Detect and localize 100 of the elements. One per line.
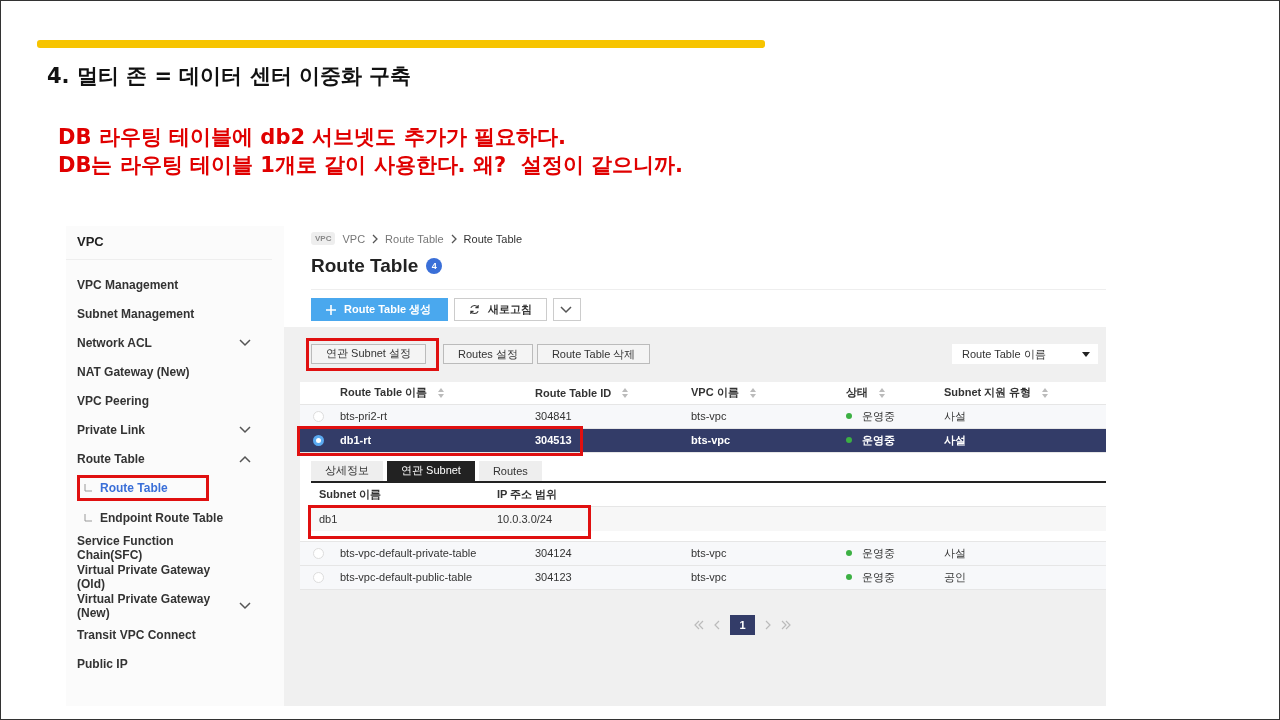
plus-icon <box>326 304 336 315</box>
table-cell-text: 304123 <box>535 571 573 583</box>
service-badge: VPC <box>311 232 336 245</box>
column-header[interactable]: Subnet 지원 유형 <box>944 385 1032 400</box>
column-header[interactable]: VPC 이름 <box>691 385 739 400</box>
last-page-icon[interactable] <box>781 619 791 630</box>
sort-icon[interactable] <box>748 386 757 399</box>
table-cell-text: 10.0.3.0/24 <box>497 512 554 525</box>
table-cell-text: bts-vpc-default-public-table <box>340 571 474 583</box>
status-text: 운영중 <box>862 408 895 424</box>
breadcrumb-link[interactable]: VPC <box>342 232 366 245</box>
slide-title: 4. 멀티 존 = 데이터 센터 이중화 구축 <box>47 63 412 90</box>
sidebar-item[interactable]: Private Link <box>77 415 253 444</box>
sidebar-item-label: Transit VPC Connect <box>77 627 196 642</box>
table-cell-text: 사설 <box>944 432 967 448</box>
chevron-icon[interactable] <box>239 454 251 463</box>
chevron-icon[interactable] <box>560 305 572 314</box>
table-row[interactable]: db1-rt 304513 bts-vpc 운영중 사설 <box>300 428 1106 453</box>
column-header[interactable]: Route Table 이름 <box>340 385 428 400</box>
sidebar-item[interactable]: Virtual Private Gateway (Old) <box>77 562 253 591</box>
status-text: 운영중 <box>862 432 895 448</box>
table-cell-text: bts-vpc <box>691 547 728 559</box>
sidebar-item[interactable]: Service Function Chain(SFC) <box>77 533 253 562</box>
table-row[interactable]: bts-vpc-default-public-table 304123 bts-vpc 운영중 공인 <box>300 565 1106 590</box>
sidebar-item-label: Route Table <box>77 451 145 466</box>
sidebar-item-label: VPC Peering <box>77 393 150 408</box>
table-cell-text: bts-vpc <box>691 434 732 446</box>
chevron-icon[interactable] <box>239 425 251 434</box>
sort-icon[interactable] <box>437 386 446 399</box>
sort-icon[interactable] <box>878 386 886 399</box>
table-cell-text: 304841 <box>535 410 573 422</box>
table-cell-text: bts-vpc <box>691 410 728 422</box>
chevron-right-icon <box>450 233 457 244</box>
action-button[interactable]: Route Table 삭제 <box>536 344 651 365</box>
table-cell-text: bts-pri2-rt <box>340 410 389 422</box>
sidebar-item[interactable]: Transit VPC Connect <box>77 620 253 649</box>
table-cell-text: 공인 <box>944 569 967 585</box>
chevron-icon[interactable] <box>239 338 251 347</box>
sort-icon[interactable] <box>1041 386 1050 399</box>
sidebar-item[interactable]: Route Table <box>77 444 253 473</box>
column-header: IP 주소 범위 <box>497 487 559 502</box>
next-page-icon[interactable] <box>765 619 771 630</box>
tab[interactable]: 연관 Subnet <box>387 460 475 481</box>
table-cell-text: 304513 <box>535 434 573 446</box>
status-text: 운영중 <box>862 569 895 585</box>
sidebar-subitem-label[interactable]: Route Table <box>100 481 168 495</box>
action-button[interactable]: 연관 Subnet 설정 <box>311 343 426 364</box>
first-page-icon[interactable] <box>694 619 704 630</box>
page-title: Route Table <box>311 255 419 277</box>
sidebar-item[interactable]: Public IP <box>77 649 253 678</box>
table-cell-text: 사설 <box>944 408 967 424</box>
column-header[interactable]: 상태 <box>846 385 868 400</box>
breadcrumb-link[interactable]: Route Table <box>385 232 444 245</box>
sidebar-item-label: VPC Management <box>77 277 179 292</box>
page-button[interactable]: 1 <box>730 614 755 635</box>
table-cell-text: 사설 <box>944 545 967 561</box>
status-text: 운영중 <box>862 545 895 561</box>
sidebar-item-label: Service Function Chain(SFC) <box>77 533 175 562</box>
previous-page-icon[interactable] <box>714 619 720 630</box>
note-text: DB 라우팅 테이블에 db2 서브넷도 추가가 필요하다. <box>58 124 566 150</box>
tab[interactable]: Routes <box>478 460 542 481</box>
table-cell-text: 304124 <box>535 547 573 559</box>
dropdown-arrow-icon <box>1082 351 1090 357</box>
column-header[interactable]: Route Table ID <box>535 386 612 399</box>
table-cell-text: bts-vpc <box>691 571 728 583</box>
sidebar-item-label: Virtual Private Gateway (Old) <box>77 562 212 591</box>
sidebar-item[interactable]: Subnet Management <box>77 299 253 328</box>
count-badge: 4 <box>426 258 443 274</box>
sort-icon[interactable] <box>621 386 630 399</box>
refresh-button[interactable]: 새로고침 <box>454 298 547 321</box>
breadcrumb-link[interactable]: Route Table <box>463 232 523 245</box>
sidebar-item-label: NAT Gateway (New) <box>77 364 190 379</box>
table-cell-text: db1-rt <box>340 434 373 446</box>
sidebar-title: VPC <box>66 226 272 260</box>
tab[interactable]: 상세정보 <box>311 460 383 481</box>
sidebar-item-label: Private Link <box>77 422 146 437</box>
note-text: DB는 라우팅 테이블 1개로 같이 사용한다. 왜? 설정이 같으니까. <box>58 152 683 178</box>
radio-button[interactable] <box>313 434 324 446</box>
sidebar-item[interactable]: NAT Gateway (New) <box>77 357 253 386</box>
sidebar-item[interactable]: Virtual Private Gateway (New) <box>77 591 253 620</box>
sidebar-item-label: Network ACL <box>77 335 152 350</box>
sidebar-item-label: Virtual Private Gateway (New) <box>77 591 212 620</box>
sidebar-subitem[interactable]: Endpoint Route Table <box>77 505 231 531</box>
sidebar-item[interactable]: Network ACL <box>77 328 253 357</box>
action-button[interactable]: Routes 설정 <box>443 344 533 365</box>
chevron-right-icon <box>372 233 379 244</box>
chevron-icon[interactable] <box>239 601 251 610</box>
table-cell-text: bts-vpc-default-private-table <box>340 547 478 559</box>
sidebar-subitem-label[interactable]: Endpoint Route Table <box>100 511 224 525</box>
table-row[interactable]: bts-vpc-default-private-table 304124 bts-vpc 운영중 사설 <box>300 541 1106 566</box>
refresh-icon <box>469 304 480 315</box>
filter-dropdown[interactable]: Route Table 이름 <box>952 344 1098 365</box>
sidebar-item[interactable]: VPC Peering <box>77 386 253 415</box>
sidebar-item-label: Public IP <box>77 656 128 671</box>
table-cell-text: db1 <box>319 512 339 525</box>
tree-line-icon <box>84 512 92 524</box>
tree-line-icon <box>84 482 92 494</box>
sidebar-item[interactable]: VPC Management <box>77 270 253 299</box>
column-header: Subnet 이름 <box>319 487 383 502</box>
sidebar-item-label: Subnet Management <box>77 306 195 321</box>
